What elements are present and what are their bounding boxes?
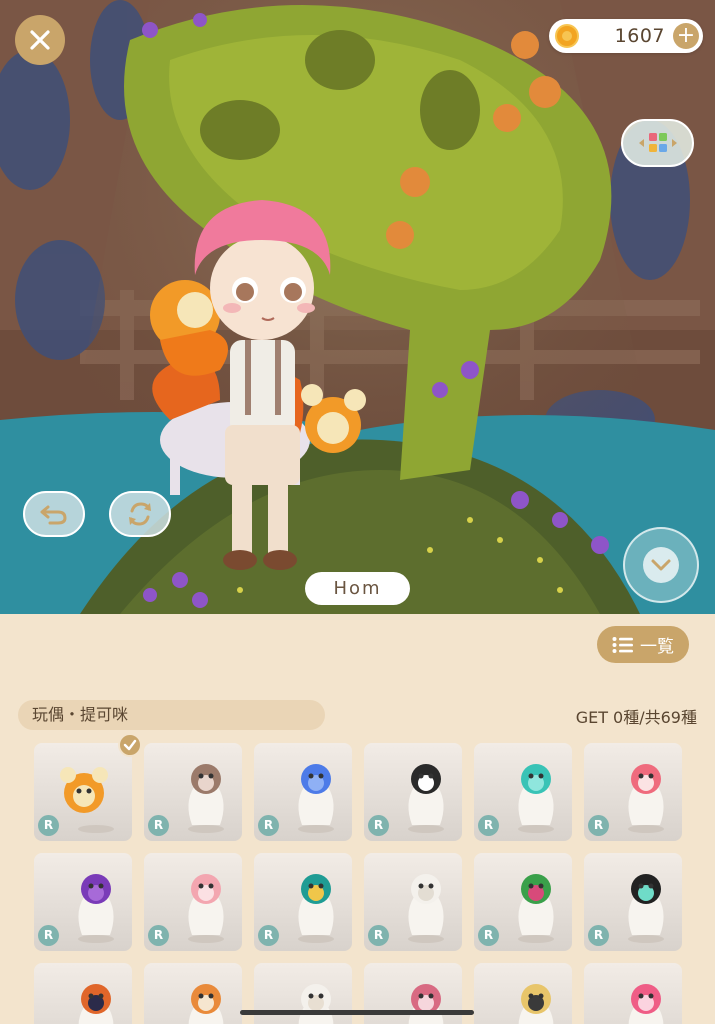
rank-badge: R — [368, 925, 389, 946]
coin-counter: 1607 + — [549, 19, 703, 53]
leopard-plush-icon — [518, 984, 554, 1024]
coin-icon — [555, 24, 579, 48]
item-card[interactable]: R — [364, 743, 462, 841]
rotate-icon — [129, 502, 151, 526]
rank-badge: R — [478, 815, 499, 836]
undo-icon — [40, 505, 67, 525]
item-card[interactable]: R — [254, 853, 352, 951]
list-view-label: 一覧 — [640, 637, 674, 657]
item-card[interactable]: R — [144, 963, 242, 1024]
rank-badge: R — [148, 925, 169, 946]
item-card[interactable]: R — [364, 853, 462, 951]
item-card[interactable]: R — [144, 853, 242, 951]
rank-badge: R — [38, 925, 59, 946]
item-card[interactable]: R — [474, 963, 572, 1024]
close-icon — [30, 30, 50, 50]
close-button[interactable] — [15, 15, 65, 65]
item-card[interactable]: R — [584, 743, 682, 841]
list-icon — [612, 636, 633, 653]
item-card[interactable]: R — [144, 743, 242, 841]
rank-badge: R — [588, 925, 609, 946]
item-card[interactable]: R — [474, 743, 572, 841]
coin-amount: 1607 — [614, 25, 665, 47]
item-card[interactable]: R — [584, 853, 682, 951]
undo-button[interactable] — [23, 491, 85, 537]
item-panel: 一覧 玩偶・提可咪 GET 0種/共69種 RRRRRRRRRRRRRRRRRR — [0, 614, 715, 1024]
rank-badge: R — [588, 815, 609, 836]
home-indicator — [240, 1010, 474, 1015]
pink-flower-plush-icon — [628, 984, 664, 1024]
item-card[interactable]: R — [254, 743, 352, 841]
item-card[interactable]: R — [34, 963, 132, 1024]
rank-badge: R — [148, 815, 169, 836]
avatar-scene: 1607 + Hom — [0, 0, 715, 614]
item-card[interactable]: R — [474, 853, 572, 951]
striped-fox-plush-icon — [78, 984, 114, 1024]
orange-fox-plush-icon — [188, 984, 224, 1024]
color-palette-icon — [638, 133, 677, 152]
item-card[interactable]: R — [584, 963, 682, 1024]
expand-button[interactable] — [623, 527, 699, 603]
rank-badge: R — [258, 815, 279, 836]
forest-background — [0, 0, 715, 614]
list-view-button[interactable]: 一覧 — [597, 626, 689, 663]
item-card[interactable]: R — [34, 853, 132, 951]
add-coins-button[interactable]: + — [673, 23, 699, 49]
item-grid: RRRRRRRRRRRRRRRRRR — [34, 733, 682, 1024]
rank-badge: R — [478, 925, 499, 946]
rank-badge: R — [258, 925, 279, 946]
rank-badge: R — [368, 815, 389, 836]
owned-check-icon — [118, 733, 142, 757]
chevron-down-icon — [643, 547, 679, 583]
collection-count: GET 0種/共69種 — [575, 708, 697, 727]
category-label: 玩偶・提可咪 — [18, 700, 325, 730]
item-card[interactable]: R — [34, 733, 142, 841]
character-name-tag: Hom — [305, 572, 410, 605]
palette-button[interactable] — [621, 119, 694, 167]
rotate-button[interactable] — [109, 491, 171, 537]
rank-badge: R — [38, 815, 59, 836]
